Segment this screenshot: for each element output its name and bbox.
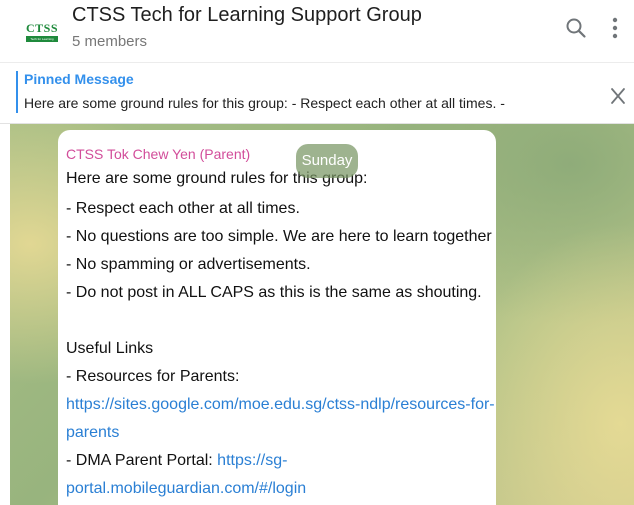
message-line: Useful Links: [66, 340, 154, 357]
pinned-message-bar[interactable]: Pinned Message Here are some ground rule…: [0, 62, 634, 124]
avatar-logo-subtext: Tech for Learning: [26, 36, 58, 42]
search-icon: [566, 18, 586, 38]
close-icon: [611, 88, 625, 104]
message-line: - Resources for Parents:: [66, 368, 240, 385]
message-line: - Do not post in ALL CAPS as this is the…: [66, 284, 482, 301]
group-title[interactable]: CTSS Tech for Learning Support Group: [72, 4, 422, 27]
pinned-title: Pinned Message: [24, 71, 134, 87]
message-bubble[interactable]: CTSS Tok Chew Yen (Parent) Here are some…: [58, 130, 496, 505]
chat-background[interactable]: CTSS Tok Chew Yen (Parent) Here are some…: [10, 124, 634, 505]
portal-link-continued[interactable]: portal.mobileguardian.com/#/login: [66, 480, 306, 498]
resources-link[interactable]: https://sites.google.com/moe.edu.sg/ctss…: [66, 396, 495, 414]
message-sender[interactable]: CTSS Tok Chew Yen (Parent): [66, 146, 250, 162]
date-separator: Sunday: [296, 144, 358, 178]
chat-header: CTSS Tech for Learning CTSS Tech for Lea…: [0, 0, 634, 62]
message-line: - No questions are too simple. We are he…: [66, 228, 492, 245]
more-vertical-icon: [612, 17, 618, 39]
group-avatar[interactable]: CTSS Tech for Learning: [22, 12, 62, 52]
unpin-button[interactable]: [607, 83, 629, 109]
message-line: - No spamming or advertisements.: [66, 256, 311, 273]
portal-link[interactable]: https://sg-: [217, 452, 287, 469]
portal-label: - DMA Parent Portal:: [66, 452, 218, 469]
avatar-logo-text: CTSS: [25, 21, 59, 35]
more-options-button[interactable]: [603, 12, 627, 44]
resources-link-continued[interactable]: parents: [66, 424, 119, 442]
search-button[interactable]: [562, 12, 590, 44]
member-count[interactable]: 5 members: [72, 33, 147, 50]
message-line: - Respect each other at all times.: [66, 200, 300, 217]
telegram-chat-window: CTSS Tech for Learning CTSS Tech for Lea…: [0, 0, 634, 505]
message-line: - DMA Parent Portal: https://sg-: [66, 452, 287, 470]
pinned-accent-line: [16, 71, 18, 113]
pinned-text: Here are some ground rules for this grou…: [24, 95, 505, 111]
